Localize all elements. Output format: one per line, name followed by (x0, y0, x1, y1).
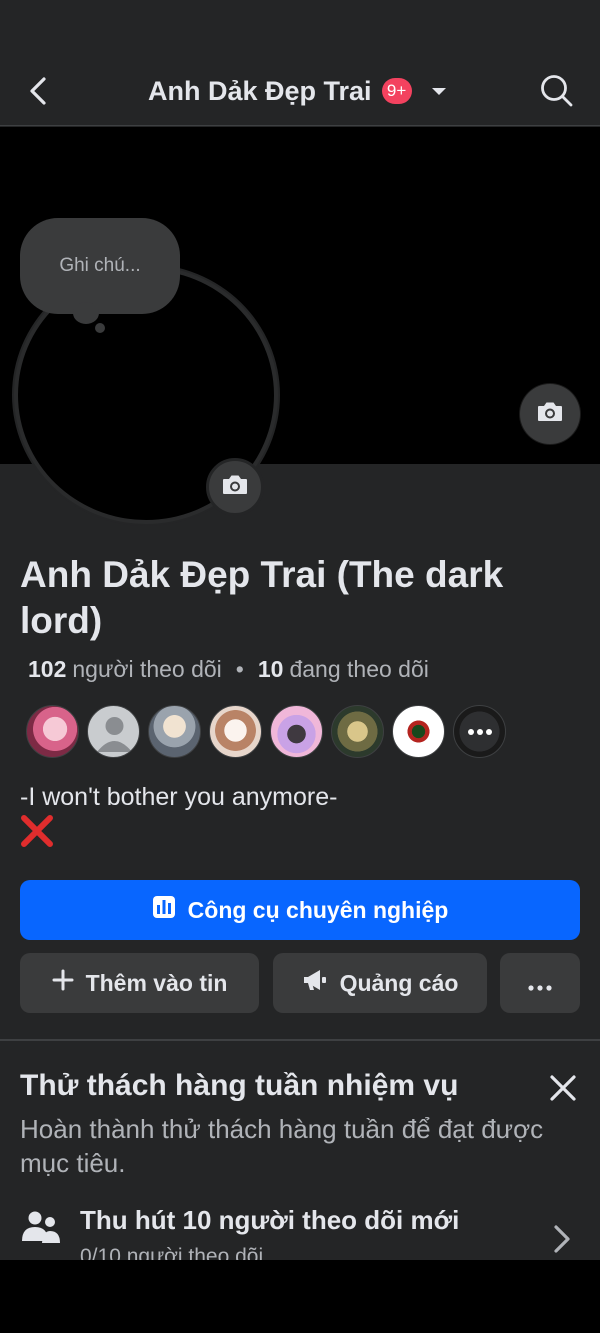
follow-stats: 102 người theo dõi • 10 đang theo dõi (28, 656, 429, 683)
navigation-bar-area (0, 1260, 600, 1333)
status-bar (0, 0, 600, 56)
follower-avatar[interactable] (270, 705, 323, 758)
close-icon[interactable] (546, 1071, 580, 1105)
follower-avatar[interactable] (26, 705, 79, 758)
camera-icon (221, 473, 249, 502)
megaphone-icon (302, 968, 328, 998)
note-tail (73, 302, 99, 324)
follower-avatar[interactable] (87, 705, 140, 758)
following-count: 10 (257, 656, 284, 682)
profile-name: Anh Dảk Đẹp Trai (The dark lord) (20, 554, 504, 641)
professional-tools-label: Công cụ chuyên nghiệp (187, 896, 449, 923)
following-link[interactable]: 10 đang theo dõi (258, 656, 429, 683)
plus-icon (52, 969, 74, 997)
top-bar: Anh Dảk Đẹp Trai 9+ (0, 56, 600, 126)
followers-label: người theo dõi (72, 656, 222, 682)
more-options-button[interactable] (500, 953, 580, 1013)
chevron-right-icon (548, 1219, 576, 1259)
separator-dot: • (235, 656, 244, 682)
page-title: Anh Dảk Đẹp Trai (148, 75, 372, 106)
note-tail-dot (95, 323, 105, 333)
edit-profile-picture-button[interactable] (206, 458, 264, 516)
task-progress: 0/10 người theo dõi (80, 1245, 264, 1260)
challenge-description: Hoàn thành thử thách hàng tuần để đạt đư… (20, 1114, 544, 1178)
bar-chart-icon (152, 895, 176, 925)
back-arrow-icon[interactable] (22, 73, 58, 109)
followers-count: 102 (28, 656, 67, 682)
notification-badge: 9+ (381, 78, 412, 104)
task-title: Thu hút 10 người theo dõi mới (80, 1205, 460, 1235)
more-followers-button[interactable] (453, 705, 506, 758)
add-to-story-button[interactable]: Thêm vào tin (20, 953, 259, 1013)
follower-avatar[interactable] (331, 705, 384, 758)
profile-screen: Anh Dảk Đẹp Trai 9+ Ghi chú... Anh Dảk Đ… (0, 0, 600, 1260)
edit-cover-button[interactable] (520, 384, 580, 444)
follower-avatar[interactable] (392, 705, 445, 758)
more-icon (467, 723, 493, 741)
note-bubble[interactable]: Ghi chú... (20, 218, 180, 314)
followers-link[interactable]: 102 người theo dõi (28, 656, 222, 683)
account-switcher[interactable]: Anh Dảk Đẹp Trai 9+ (148, 74, 450, 108)
section-divider (0, 1039, 600, 1041)
profile-actions: Thêm vào tin Quảng cáo (20, 953, 580, 1013)
add-to-story-label: Thêm vào tin (85, 969, 228, 996)
follower-avatar[interactable] (148, 705, 201, 758)
professional-tools-button[interactable]: Công cụ chuyên nghiệp (20, 880, 580, 940)
cross-mark-icon (20, 814, 56, 848)
ads-label: Quảng cáo (339, 969, 459, 996)
following-label: đang theo dõi (289, 656, 429, 682)
ads-button[interactable]: Quảng cáo (273, 953, 487, 1013)
follower-avatar[interactable] (209, 705, 262, 758)
challenge-title: Thử thách hàng tuần nhiệm vụ (20, 1069, 459, 1102)
follower-avatars (26, 705, 506, 761)
more-icon (528, 970, 552, 997)
bio-text: -I won't bother you anymore- (20, 783, 338, 811)
challenge-task[interactable]: Thu hút 10 người theo dõi mới 0/10 người… (20, 1203, 580, 1260)
people-icon (20, 1207, 62, 1249)
camera-icon (536, 400, 564, 429)
caret-down-icon (428, 80, 450, 102)
search-icon[interactable] (538, 72, 576, 110)
note-placeholder: Ghi chú... (59, 255, 141, 276)
